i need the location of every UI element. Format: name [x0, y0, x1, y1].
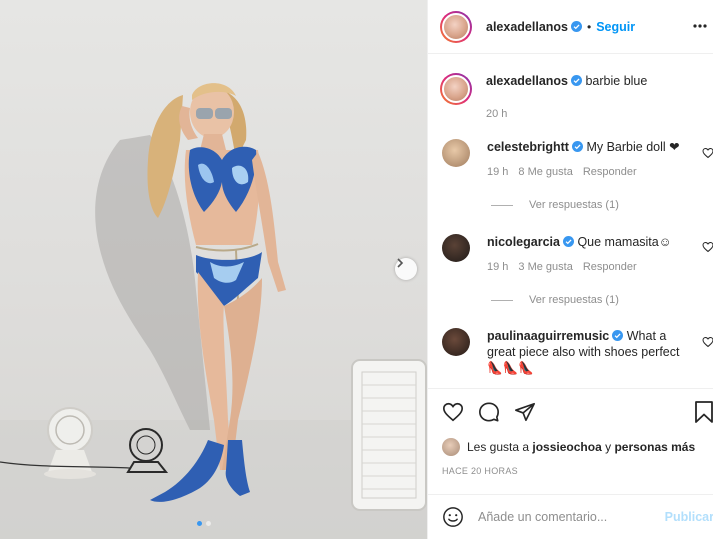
verified-badge-icon [571, 75, 582, 86]
photo-illustration [0, 83, 427, 539]
carousel-dot-1 [197, 521, 202, 526]
comment-username[interactable]: paulinaaguirremusic [487, 329, 609, 343]
more-horizontal-icon[interactable] [693, 18, 707, 34]
likes-prefix: Les gusta a [467, 440, 530, 454]
liker-avatar[interactable] [442, 438, 460, 456]
post-header: alexadellanos • Seguir [428, 0, 713, 54]
view-replies-label: Ver respuestas (1) [529, 199, 619, 211]
caption-avatar[interactable] [440, 73, 472, 105]
author-username[interactable]: alexadellanos [486, 20, 568, 34]
caption: alexadellanos barbie blue 20 h [440, 73, 648, 120]
comment-bubble-icon [479, 401, 499, 422]
reply-button[interactable]: Responder [583, 164, 637, 180]
verified-badge-icon [562, 236, 574, 247]
comment-time: 19 h [487, 166, 509, 178]
publish-button[interactable]: Publicar [665, 510, 713, 524]
save-button[interactable] [694, 401, 713, 428]
chevron-right-icon [397, 258, 404, 268]
comment-text: Que mamasita☺ [577, 235, 672, 249]
commenter-avatar[interactable] [442, 328, 470, 356]
likes-others-link[interactable]: personas más [614, 440, 695, 454]
carousel-next-button[interactable] [395, 258, 417, 280]
comment-item: nicolegarcia Que mamasita☺ 19 h 3 Me gus… [442, 234, 692, 275]
comment-time: 19 h [487, 261, 509, 273]
post-timestamp[interactable]: HACE 20 HORAS [442, 466, 518, 476]
likes-summary: Les gusta a jossieochoa y personas más [442, 438, 695, 456]
commenter-avatar[interactable] [442, 139, 470, 167]
comment-button[interactable] [478, 401, 500, 423]
heart-icon [443, 402, 463, 421]
follow-button[interactable]: Seguir [596, 20, 635, 34]
like-button[interactable] [442, 401, 464, 423]
comment-input[interactable] [478, 510, 648, 524]
caption-text: barbie blue [585, 74, 648, 88]
verified-badge-icon [571, 141, 583, 152]
view-replies-button[interactable]: Ver respuestas (1) [491, 294, 619, 306]
caption-username[interactable]: alexadellanos [486, 74, 568, 88]
comments-list[interactable]: alexadellanos barbie blue 20 h celestebr… [428, 55, 713, 387]
caption-time: 20 h [486, 108, 508, 120]
author-avatar[interactable] [440, 10, 472, 43]
header-separator: • [587, 19, 592, 34]
comment-item: paulinaaguirremusic What a great piece a… [442, 328, 692, 376]
heart-icon[interactable] [702, 241, 713, 253]
paper-plane-icon [515, 402, 535, 421]
post-actions [428, 388, 713, 434]
likes-middle: y [605, 440, 612, 454]
add-comment-bar: Publicar [428, 494, 713, 539]
heart-icon[interactable] [702, 147, 713, 159]
reply-button[interactable]: Responder [583, 259, 637, 275]
comment-username[interactable]: nicolegarcia [487, 235, 560, 249]
comment-username[interactable]: celestebrightt [487, 140, 569, 154]
post-side-panel: alexadellanos • Seguir alexadellanos bar… [427, 0, 713, 539]
comment-likes[interactable]: 3 Me gusta [518, 259, 572, 275]
view-replies-label: Ver respuestas (1) [529, 294, 619, 306]
view-replies-button[interactable]: Ver respuestas (1) [491, 199, 619, 211]
post-image[interactable] [0, 0, 427, 539]
share-button[interactable] [514, 401, 536, 423]
smiley-icon [443, 507, 463, 527]
liker-username[interactable]: jossieochoa [532, 440, 601, 454]
comment-item: celestebrightt My Barbie doll ❤ 19 h 8 M… [442, 139, 692, 180]
replies-divider [491, 204, 513, 206]
heart-icon[interactable] [702, 336, 713, 348]
verified-badge-icon [612, 330, 624, 341]
carousel-indicator [197, 521, 211, 526]
emoji-button[interactable] [442, 506, 464, 528]
verified-badge-icon [571, 21, 582, 32]
comment-likes[interactable]: 8 Me gusta [518, 164, 572, 180]
replies-divider [491, 299, 513, 301]
bookmark-icon [695, 401, 713, 423]
carousel-dot-2 [206, 521, 211, 526]
comment-text: My Barbie doll ❤ [586, 140, 680, 154]
commenter-avatar[interactable] [442, 234, 470, 262]
